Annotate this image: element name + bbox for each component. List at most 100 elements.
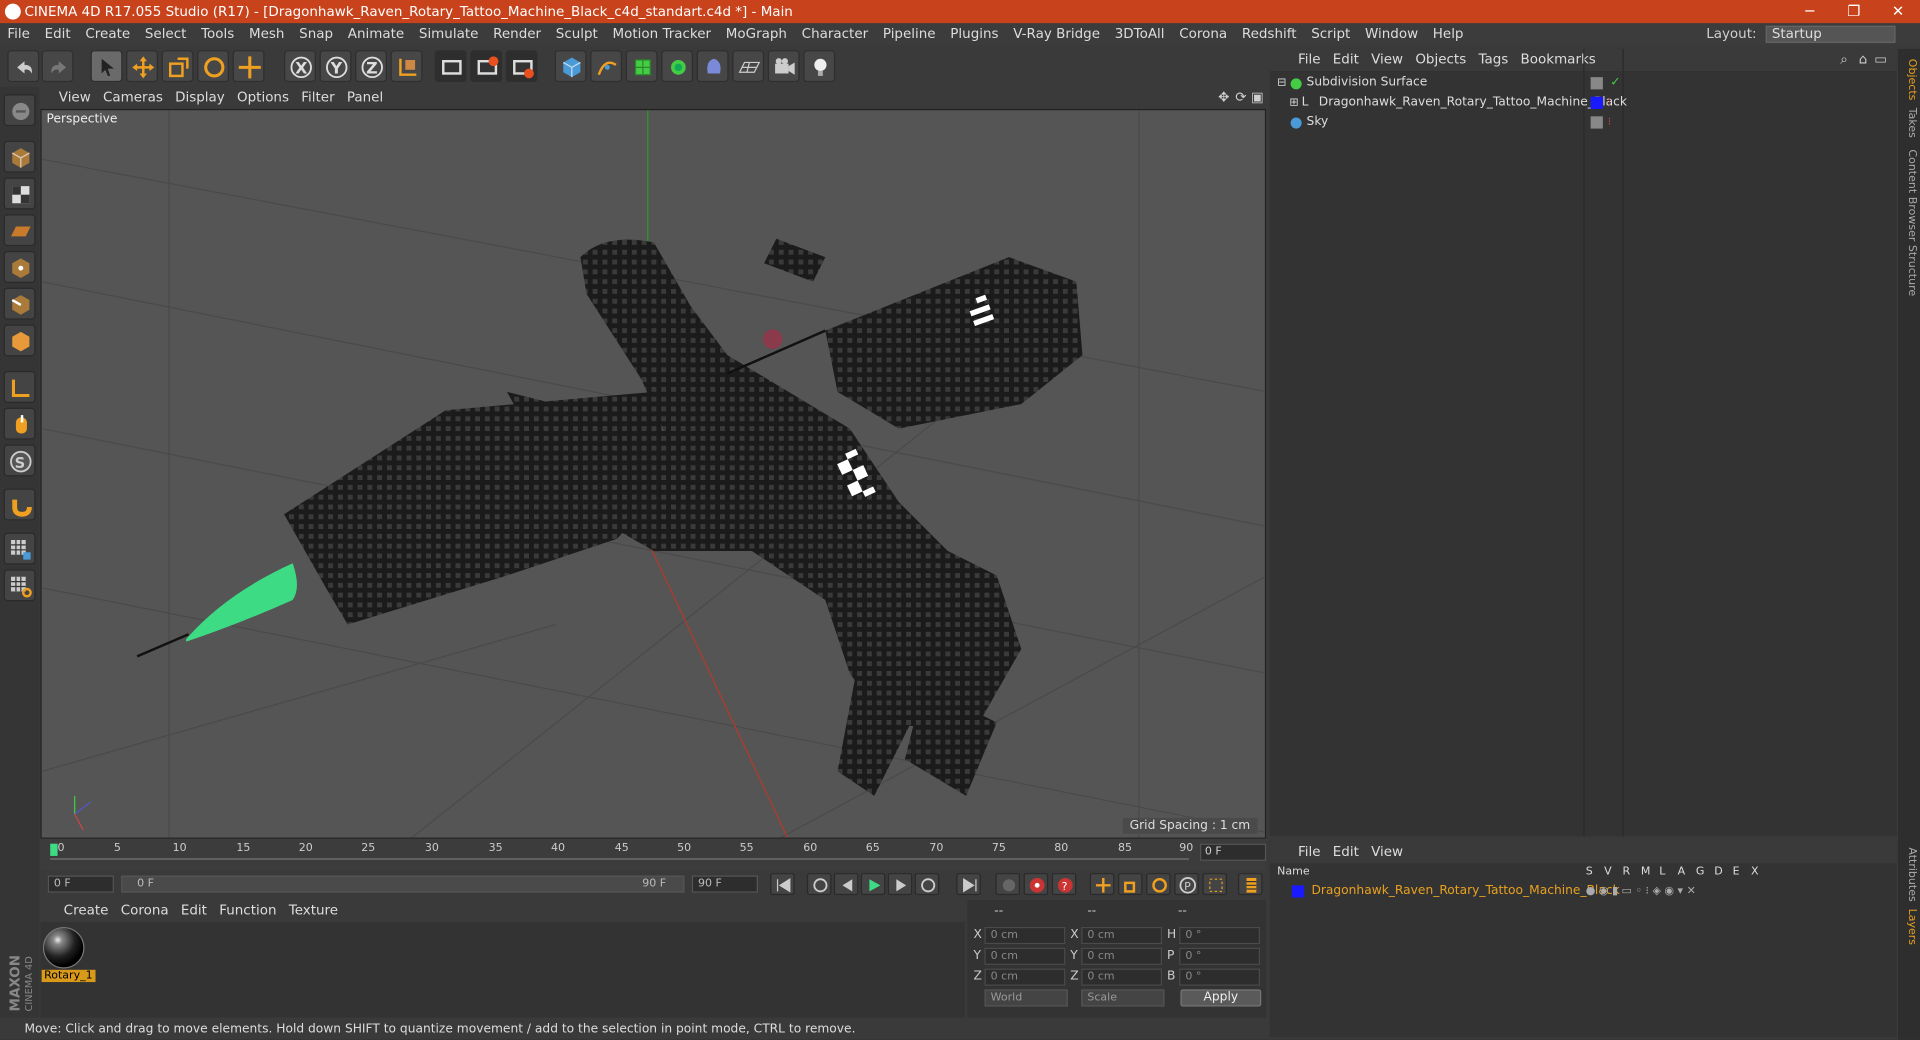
timeline-layout-button[interactable] — [1237, 873, 1263, 896]
pen-spline-icon[interactable] — [590, 50, 623, 83]
menu-corona[interactable]: Corona — [1172, 23, 1235, 45]
texture-mode-icon[interactable] — [3, 177, 36, 210]
position-y-field[interactable]: 0 cm — [984, 947, 1066, 965]
camera-icon[interactable] — [767, 50, 800, 83]
close-button[interactable]: ✕ — [1876, 0, 1920, 23]
viewport-menu-options[interactable]: Options — [231, 87, 295, 109]
size-z-field[interactable]: 0 cm — [1081, 968, 1163, 986]
snap-icon[interactable]: S — [3, 444, 36, 477]
key-pla-button[interactable] — [1202, 873, 1227, 896]
rotation-h-field[interactable]: 0 ° — [1179, 926, 1261, 945]
minimize-button[interactable]: ─ — [1788, 0, 1832, 23]
polygon-mode-icon[interactable] — [3, 324, 36, 357]
collapse-toggle-icon[interactable]: ⊟ — [1277, 73, 1286, 93]
tab-layers[interactable]: Layers — [1900, 909, 1917, 945]
size-mode-dropdown[interactable]: Scale — [1081, 989, 1165, 1007]
tab-objects[interactable]: Objects — [1900, 59, 1917, 101]
render-view-button[interactable] — [434, 50, 467, 83]
size-x-field[interactable]: 0 cm — [1081, 926, 1163, 945]
viewport-maximize-icon[interactable]: ▣ — [1251, 87, 1264, 109]
menu-plugins[interactable]: Plugins — [943, 23, 1006, 45]
model-mode-icon[interactable] — [3, 140, 36, 173]
menu-simulate[interactable]: Simulate — [412, 23, 486, 45]
object-menu-objects[interactable]: Objects — [1409, 49, 1472, 71]
menu-3dtoall[interactable]: 3DToAll — [1107, 23, 1172, 45]
workplane-mode-icon[interactable] — [3, 214, 36, 247]
play-button[interactable] — [860, 873, 886, 896]
viewport-menu-view[interactable]: View — [53, 87, 97, 109]
restore-button[interactable]: ❐ — [1832, 0, 1876, 23]
object-menu-tags[interactable]: Tags — [1472, 49, 1514, 71]
subdivision-generator-icon[interactable] — [625, 50, 658, 83]
size-y-field[interactable]: 0 cm — [1081, 947, 1163, 965]
record-keyframe-button[interactable] — [1023, 873, 1049, 896]
next-key-button[interactable] — [914, 873, 940, 896]
material-menu-texture[interactable]: Texture — [283, 900, 345, 922]
visibility-toggle-icon[interactable] — [1590, 116, 1603, 129]
layout-dropdown[interactable]: Startup — [1765, 25, 1896, 43]
go-to-end-button[interactable] — [956, 873, 981, 896]
layer-color-swatch[interactable] — [1590, 96, 1603, 109]
material-menu-corona[interactable]: Corona — [115, 900, 175, 922]
rotation-b-field[interactable]: 0 ° — [1179, 968, 1261, 986]
render-to-picture-viewer-button[interactable] — [470, 50, 503, 83]
cloner-icon[interactable] — [661, 50, 694, 83]
transform-tool[interactable] — [232, 50, 265, 83]
menu-select[interactable]: Select — [138, 23, 194, 45]
timeline-ruler[interactable]: 0 5 10 15 20 25 30 35 40 45 50 55 60 65 … — [40, 838, 1267, 871]
live-selection-tool[interactable] — [90, 50, 123, 83]
layer-color-swatch[interactable] — [1291, 885, 1305, 898]
record-position-button[interactable] — [995, 873, 1021, 896]
frame-range-slider[interactable]: 0 F 90 F — [121, 875, 685, 893]
cube-object-icon[interactable] — [554, 50, 587, 83]
current-frame-field[interactable]: 0 F — [1200, 843, 1267, 861]
go-to-start-button[interactable] — [770, 873, 795, 896]
material-name-label[interactable]: Rotary_1 — [41, 969, 96, 983]
menu-animate[interactable]: Animate — [340, 23, 411, 45]
menu-mesh[interactable]: Mesh — [242, 23, 292, 45]
viewport-menu-panel[interactable]: Panel — [341, 87, 390, 109]
layer-menu-view[interactable]: View — [1365, 841, 1409, 863]
playhead-marker[interactable] — [50, 843, 58, 856]
menu-create[interactable]: Create — [78, 23, 137, 45]
object-menu-bookmarks[interactable]: Bookmarks — [1514, 49, 1602, 71]
menu-help[interactable]: Help — [1425, 23, 1470, 45]
layer-row[interactable]: Dragonhawk_Raven_Rotary_Tattoo_Machine_B… — [1275, 883, 1897, 900]
key-parameter-button[interactable]: P — [1174, 873, 1199, 896]
material-menu-edit[interactable]: Edit — [175, 900, 213, 922]
menu-redshift[interactable]: Redshift — [1234, 23, 1303, 45]
end-frame-field[interactable]: 90 F — [691, 875, 758, 893]
object-menu-view[interactable]: View — [1365, 49, 1409, 71]
expand-icon[interactable]: ▭ — [1874, 49, 1887, 71]
coordinate-system-button[interactable] — [390, 50, 423, 83]
layer-toggle-icons[interactable]: ● ◉ ▮ ▭ ◦ ⁝ ◈ ◉ ▾ ✕ — [1586, 883, 1696, 900]
apply-button[interactable]: Apply — [1180, 989, 1262, 1007]
object-menu-edit[interactable]: Edit — [1327, 49, 1365, 71]
locked-workplane-icon[interactable] — [3, 532, 36, 565]
coordinate-mode-dropdown[interactable]: World — [984, 989, 1068, 1007]
tab-takes[interactable]: Takes — [1900, 108, 1917, 138]
key-scale-button[interactable] — [1117, 873, 1143, 896]
menu-vray-bridge[interactable]: V-Ray Bridge — [1006, 23, 1107, 45]
previous-key-button[interactable] — [806, 873, 832, 896]
tweak-mode-icon[interactable] — [3, 407, 36, 440]
menu-motion-tracker[interactable]: Motion Tracker — [605, 23, 718, 45]
viewport-menu-display[interactable]: Display — [169, 87, 231, 109]
object-row-subdivision-surface[interactable]: ⊟ Subdivision Surface ✓ — [1275, 73, 1893, 93]
previous-frame-button[interactable] — [833, 873, 859, 896]
tab-attributes[interactable]: Attributes — [1900, 847, 1917, 901]
viewport-move-icon[interactable]: ✥ — [1218, 87, 1229, 109]
home-icon[interactable]: ⌂ — [1859, 49, 1868, 71]
autokey-button[interactable]: ? — [1051, 873, 1077, 896]
menu-file[interactable]: File — [0, 23, 37, 45]
visibility-toggle-icon[interactable] — [1590, 77, 1603, 90]
menu-window[interactable]: Window — [1358, 23, 1426, 45]
redo-button[interactable] — [41, 50, 74, 83]
object-menu-file[interactable]: File — [1292, 49, 1327, 71]
render-settings-button[interactable] — [505, 50, 538, 83]
planar-workplane-icon[interactable] — [3, 569, 36, 602]
menu-script[interactable]: Script — [1304, 23, 1358, 45]
magnet-icon[interactable] — [3, 488, 36, 521]
z-axis-lock-button[interactable]: Z — [355, 50, 387, 83]
scale-tool[interactable] — [161, 50, 194, 83]
